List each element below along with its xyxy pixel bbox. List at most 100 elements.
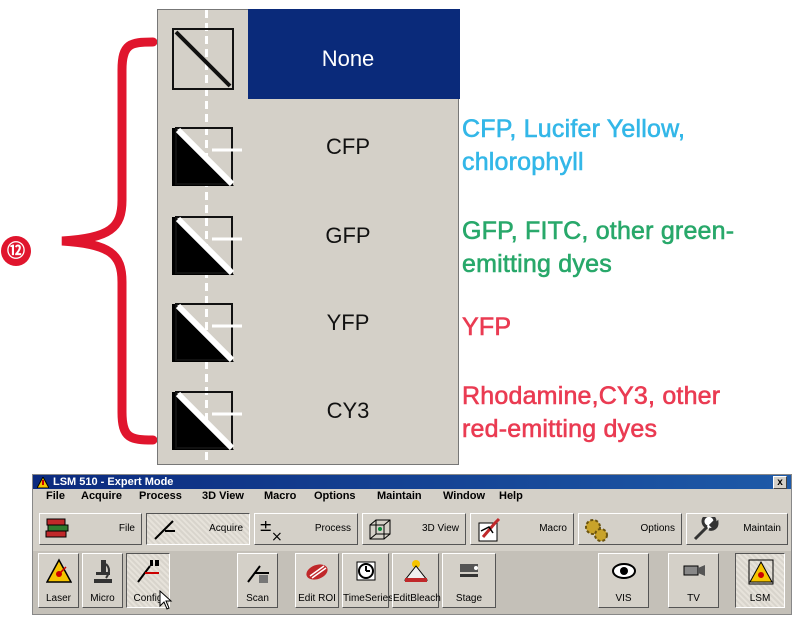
timer-icon [356,561,375,581]
menu-macro[interactable]: Macro [264,490,296,502]
svg-text:×: × [271,529,283,543]
cy3-description: Rhodamine,CY3, other red-emitting dyes [462,380,721,446]
bleach-icon [403,560,428,582]
config-button[interactable]: Config [126,553,173,610]
toolbar-label: File [118,523,135,534]
filter-label: GFP [325,223,371,248]
filter-option-cfp[interactable]: CFP [158,106,458,194]
button-label: TimeSeries [343,593,394,604]
cube-icon [369,519,391,540]
menu-options[interactable]: Options [314,490,356,502]
lsm-icon [748,559,774,585]
toolbar-label: Macro [539,523,567,534]
laser-button[interactable]: Laser [38,553,79,608]
stage-icon [460,564,478,577]
filter-label: CY3 [326,398,370,423]
lsm-button[interactable]: LSM [735,553,785,608]
brace-icon [61,37,158,445]
config-icon [137,560,159,583]
timeseries-button[interactable]: TimeSeries [342,553,394,608]
acquire-icon [154,520,175,540]
scan-button[interactable]: Scan [237,553,278,608]
app-icon [37,477,49,488]
dichroic-filter-icon [172,216,242,275]
window-title-bar[interactable]: LSM 510 - Expert Mode x [33,475,791,489]
filter-label: CFP [326,134,370,159]
menu-help[interactable]: Help [499,490,523,502]
toolbar-acquire-button[interactable]: Acquire [146,513,250,545]
books-icon [45,518,69,538]
button-label: Laser [45,593,71,604]
menu-file[interactable]: File [46,490,65,502]
laser-warning-icon [45,558,72,583]
description-line: Rhodamine,CY3, other [462,382,721,411]
filter-option-cy3[interactable]: CY3 [158,370,458,458]
menu-3d-view[interactable]: 3D View [202,490,244,502]
button-label: LSM [749,593,771,604]
gfp-description: GFP, FITC, other green- emitting dyes [462,215,735,281]
vis-button[interactable]: VIS [598,553,649,608]
toolbar-label: Acquire [209,523,243,534]
mouse-cursor-icon [159,590,173,610]
toolbar-label: 3D View [421,523,459,534]
filter-option-yfp[interactable]: YFP [158,282,458,370]
toolbar-label: Options [640,523,675,534]
filter-label: None [321,46,375,71]
edit-roi-button[interactable]: Edit ROI [295,553,339,608]
filter-label: YFP [326,310,370,335]
description-line: CFP, Lucifer Yellow, [462,115,686,144]
toolbar-maintain-button[interactable]: Maintain [686,513,788,545]
menu-window[interactable]: Window [443,490,485,502]
button-label: Micro [90,593,115,604]
menu-process[interactable]: Process [139,490,182,502]
toolbar-file-button[interactable]: File [39,513,142,545]
button-label: VIS [615,593,632,604]
menu-acquire[interactable]: Acquire [81,490,122,502]
gears-icon [585,519,608,542]
toolbar-options-button[interactable]: Options [578,513,682,545]
lsm-main-window: LSM 510 - Expert Mode x File Acquire Pro… [32,474,792,615]
button-label: TV [687,593,700,604]
description-line: emitting dyes [462,250,612,279]
stage-button[interactable]: Stage [442,553,496,608]
editbleach-button[interactable]: EditBleach [392,553,441,608]
menu-bar: File Acquire Process 3D View Macro Optio… [33,489,791,505]
main-toolbar: File Acquire ± × Process 3D View Macro O… [33,511,791,545]
dichroic-filter-icon [172,303,242,362]
roi-icon [306,564,328,580]
description-line: YFP [462,313,512,342]
toolbar-label: Process [314,523,351,534]
window-title: LSM 510 - Expert Mode [53,476,174,488]
filter-option-gfp[interactable]: GFP [158,195,458,283]
callout-number-badge: ⑫ [1,236,31,266]
button-label: Scan [246,593,269,604]
microscope-icon [93,560,112,583]
camera-icon [683,565,705,576]
macro-icon [478,517,501,542]
micro-button[interactable]: Micro [82,553,123,608]
button-label: EditBleach [393,593,441,604]
filter-dropdown-list[interactable]: None CFP GFP YFP CY3 [157,9,460,466]
menu-maintain[interactable]: Maintain [377,490,422,502]
wrench-icon [693,517,719,541]
description-line: GFP, FITC, other green- [462,217,735,246]
scan-icon [246,565,269,583]
toolbar-label: Maintain [743,523,781,534]
description-line: red-emitting dyes [462,415,658,444]
button-label: Stage [455,593,483,604]
button-label: Edit ROI [298,593,336,604]
toolbar-macro-button[interactable]: Macro [470,513,574,545]
process-icon: ± × [259,517,283,543]
toolbar-process-button[interactable]: ± × Process [254,513,358,545]
filter-option-none[interactable]: None [158,9,460,99]
yfp-description: YFP [462,311,512,344]
close-button[interactable]: x [773,476,787,489]
toolbar-3d-view-button[interactable]: 3D View [362,513,466,545]
eye-icon [611,563,636,579]
dichroic-filter-icon [172,391,242,450]
description-line: chlorophyll [462,148,584,177]
tv-button[interactable]: TV [668,553,719,608]
empty-filter-icon [172,28,234,90]
dichroic-filter-icon [172,127,242,186]
cfp-description: CFP, Lucifer Yellow, chlorophyll [462,113,686,179]
